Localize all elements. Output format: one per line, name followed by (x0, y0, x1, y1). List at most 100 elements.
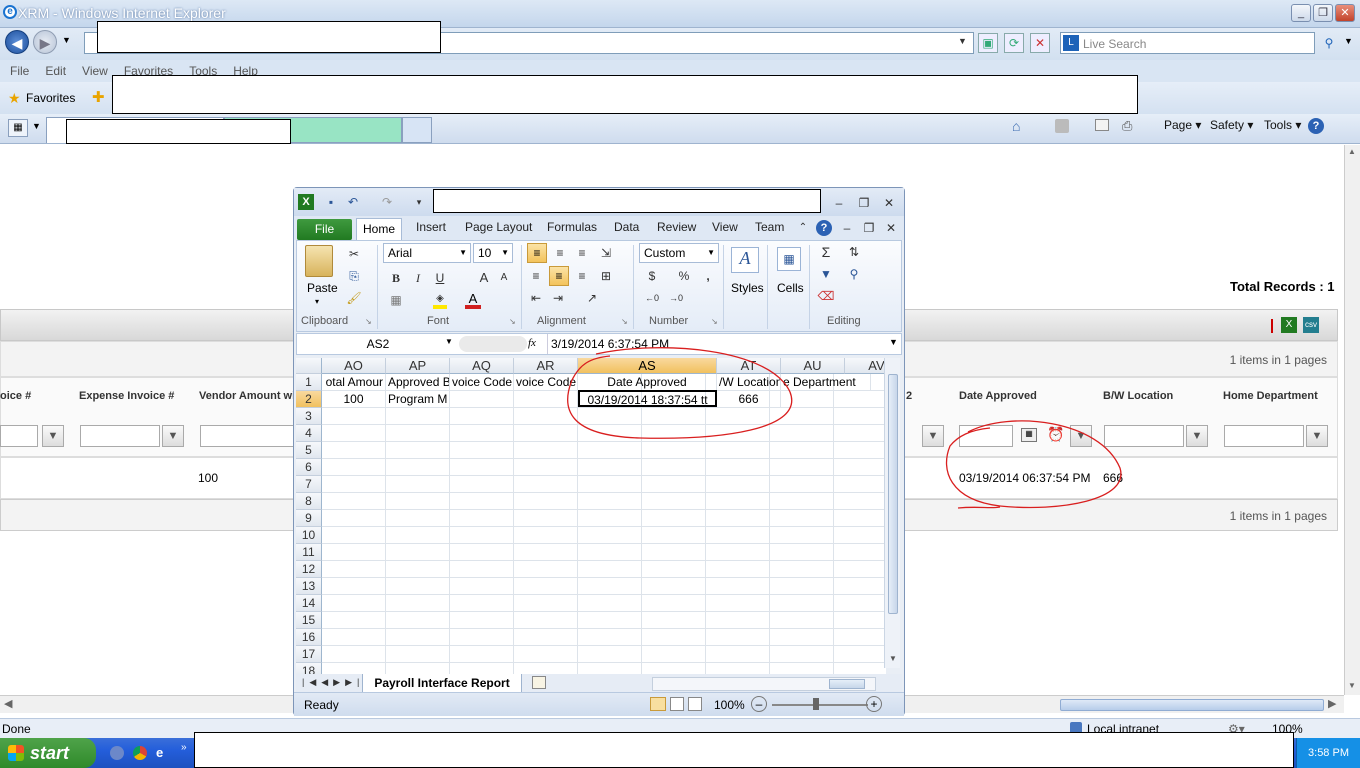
column-header-vendor-amount[interactable]: Vendor Amount wi (199, 390, 295, 402)
underline-icon[interactable]: U (431, 269, 449, 287)
clear-icon[interactable]: ⌫ (817, 287, 835, 305)
font-launcher-icon[interactable]: ↘ (509, 317, 516, 326)
tab-team[interactable]: Team (755, 220, 784, 234)
normal-view-icon[interactable] (650, 697, 666, 711)
excel-minimize-button[interactable]: – (830, 194, 848, 212)
paste-dropdown-icon[interactable]: ▾ (315, 297, 319, 306)
row-header[interactable]: 11 (296, 544, 322, 561)
close-button[interactable]: ✕ (1335, 4, 1355, 22)
zoom-in-icon[interactable]: + (866, 696, 882, 712)
row-header[interactable]: 8 (296, 493, 322, 510)
start-button[interactable]: start (0, 738, 96, 768)
align-top-icon[interactable]: ≡ (527, 243, 547, 263)
horizontal-scrollbar[interactable] (652, 677, 876, 691)
address-dropdown-icon[interactable]: ▼ (958, 36, 967, 46)
minimize-button[interactable]: _ (1291, 4, 1311, 22)
refresh-icon[interactable]: ⟳ (1004, 33, 1024, 53)
row-header[interactable]: 10 (296, 527, 322, 544)
paste-icon[interactable] (305, 245, 333, 277)
cells-icon[interactable]: ▦ (777, 247, 801, 271)
customize-qat-icon[interactable]: ▾ (410, 193, 428, 211)
bold-icon[interactable]: B (387, 269, 405, 287)
system-clock[interactable]: 3:58 PM (1296, 738, 1360, 768)
insert-function-icon[interactable]: fx (528, 337, 536, 349)
tab-data[interactable]: Data (614, 220, 639, 234)
row-header[interactable]: 15 (296, 612, 322, 629)
filter-icon[interactable]: ▼ (1070, 425, 1092, 447)
quick-tabs-icon[interactable]: ▦ (8, 119, 28, 137)
filter-icon[interactable]: ▼ (162, 425, 184, 447)
cell-au1[interactable]: e Department (781, 374, 871, 391)
align-left-icon[interactable]: ≡ (527, 267, 545, 285)
cell-aq1[interactable]: voice Code (450, 374, 514, 391)
decrease-decimal-icon[interactable]: →0 (667, 289, 685, 307)
column-header-as[interactable]: AS (578, 358, 717, 374)
scroll-thumb[interactable] (1060, 699, 1324, 711)
add-favorite-icon[interactable]: ✚ (92, 88, 105, 106)
workbook-close-button[interactable]: ✕ (882, 219, 900, 237)
tab-formulas[interactable]: Formulas (547, 220, 597, 234)
calendar-icon[interactable]: ▦ (1021, 428, 1037, 442)
export-csv-icon[interactable]: csv (1303, 317, 1319, 333)
filter-icon[interactable]: ▼ (1306, 425, 1328, 447)
orientation-icon[interactable]: ↗ (583, 289, 601, 307)
column-header-ao[interactable]: AO (322, 358, 386, 374)
column-header-bw-location[interactable]: B/W Location (1103, 390, 1173, 402)
excel-vertical-scrollbar[interactable]: ▼ (884, 358, 900, 668)
tab-file[interactable]: File (297, 219, 352, 240)
cells-button[interactable]: Cells (777, 281, 804, 295)
filter-input-home-department[interactable] (1224, 425, 1304, 447)
recent-pages-dropdown[interactable]: ▼ (62, 35, 71, 45)
row-header[interactable]: 3 (296, 408, 322, 425)
chrome-icon[interactable] (133, 746, 147, 760)
workbook-minimize-button[interactable]: – (838, 219, 856, 237)
column-header-partial[interactable]: 2 (906, 390, 912, 402)
quicklaunch-icon[interactable] (110, 746, 124, 760)
align-center-icon[interactable]: ≡ (549, 266, 569, 286)
increase-indent-icon[interactable]: ⇥ (549, 289, 567, 307)
column-header-ap[interactable]: AP (386, 358, 450, 374)
number-launcher-icon[interactable]: ↘ (711, 317, 718, 326)
export-excel-icon[interactable]: X (1281, 317, 1297, 333)
print-icon[interactable]: ⎙ (1122, 118, 1132, 134)
align-middle-icon[interactable]: ≡ (551, 244, 569, 262)
h-scroll-thumb[interactable] (829, 679, 865, 689)
expand-formula-bar-icon[interactable]: ▼ (889, 337, 898, 347)
workbook-restore-button[interactable]: ❐ (860, 219, 878, 237)
column-header-av[interactable]: AV (845, 358, 886, 374)
font-name-dropdown[interactable]: Arial ▼ (383, 243, 471, 263)
italic-icon[interactable]: I (409, 269, 427, 287)
row-header[interactable]: 2 (296, 391, 322, 408)
cell-as2-selected[interactable]: 03/19/2014 18:37:54 tt (578, 390, 717, 407)
save-icon[interactable]: ▪ (322, 193, 340, 211)
cell-ao1[interactable]: otal Amour (322, 374, 386, 391)
tab-home[interactable]: Home (356, 218, 402, 240)
row-header[interactable]: 9 (296, 510, 322, 527)
decrease-indent-icon[interactable]: ⇤ (527, 289, 545, 307)
row-header[interactable]: 1 (296, 374, 322, 391)
row-header[interactable]: 17 (296, 646, 322, 663)
compatibility-icon[interactable]: ▣ (978, 33, 998, 53)
alignment-launcher-icon[interactable]: ↘ (621, 317, 628, 326)
row-header[interactable]: 7 (296, 476, 322, 493)
filter-input-invoice[interactable] (0, 425, 38, 447)
align-bottom-icon[interactable]: ≡ (573, 244, 591, 262)
tab-list-dropdown-icon[interactable]: ▼ (32, 121, 41, 131)
grow-font-icon[interactable]: A (475, 269, 493, 287)
help-icon[interactable]: ? (1308, 118, 1324, 134)
excel-scroll-thumb[interactable] (888, 374, 898, 614)
row-header[interactable]: 16 (296, 629, 322, 646)
worksheet-grid[interactable]: AO AP AQ AR AS AT AU AV 1 2 3 4 5 6 7 8 … (296, 358, 886, 678)
percent-icon[interactable]: % (675, 267, 693, 285)
column-header-aq[interactable]: AQ (450, 358, 514, 374)
excel-close-button[interactable]: ✕ (880, 194, 898, 212)
align-right-icon[interactable]: ≡ (573, 267, 591, 285)
feeds-icon[interactable] (1055, 119, 1069, 133)
minimize-ribbon-icon[interactable]: ⌃ (794, 219, 812, 237)
name-box[interactable]: AS2 (299, 335, 457, 353)
fill-icon[interactable]: ▼ (817, 265, 835, 283)
search-options-icon[interactable]: ▼ (1344, 36, 1353, 46)
shrink-font-icon[interactable]: A (495, 269, 513, 287)
excel-zoom-level[interactable]: 100% (714, 698, 745, 712)
column-header-expense-invoice[interactable]: Expense Invoice # (79, 390, 174, 402)
